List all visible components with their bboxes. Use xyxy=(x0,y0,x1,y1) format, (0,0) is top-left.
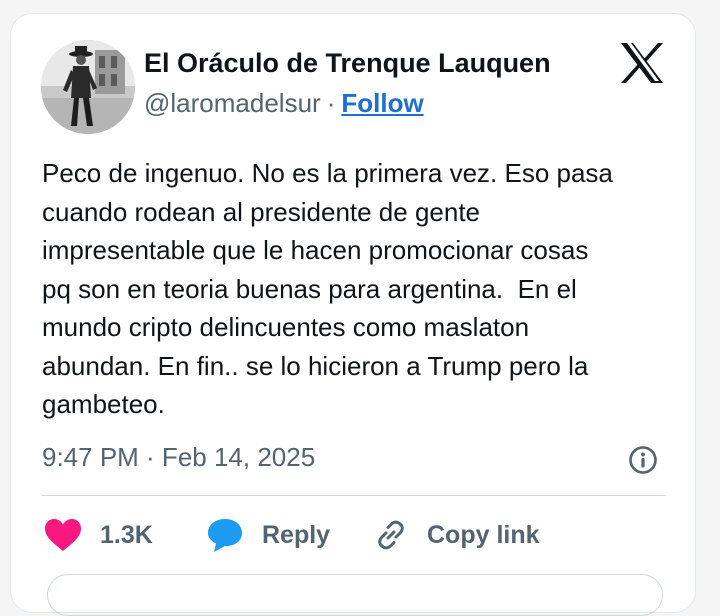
info-icon[interactable] xyxy=(627,444,659,476)
divider xyxy=(42,495,666,496)
copy-link-label: Copy link xyxy=(427,520,540,549)
like-button[interactable]: 1.3K xyxy=(44,515,153,555)
x-logo-icon[interactable] xyxy=(619,42,665,84)
copy-link-button[interactable]: Copy link xyxy=(373,515,540,555)
follow-link[interactable]: Follow xyxy=(341,88,423,118)
tweet-timestamp[interactable]: 9:47 PM · Feb 14, 2025 xyxy=(42,442,315,473)
heart-icon xyxy=(45,519,81,551)
like-count: 1.3K xyxy=(100,520,153,549)
reply-button[interactable]: Reply xyxy=(206,515,330,555)
avatar[interactable] xyxy=(41,40,135,134)
reply-label: Reply xyxy=(262,520,331,549)
author-handle-row: @laromadelsur · Follow xyxy=(144,88,424,119)
tweet-text: Peco de ingenuo. No es la primera vez. E… xyxy=(42,158,613,419)
speech-bubble-icon xyxy=(208,519,242,552)
read-replies-button[interactable] xyxy=(47,574,663,616)
author-handle[interactable]: @laromadelsur xyxy=(144,88,321,118)
link-icon xyxy=(378,520,404,550)
tweet-card: El Oráculo de Trenque Lauquen @laromadel… xyxy=(10,13,696,616)
author-display-name[interactable]: El Oráculo de Trenque Lauquen xyxy=(144,48,551,79)
separator-dot: · xyxy=(326,88,336,118)
avatar-photo xyxy=(41,40,135,134)
